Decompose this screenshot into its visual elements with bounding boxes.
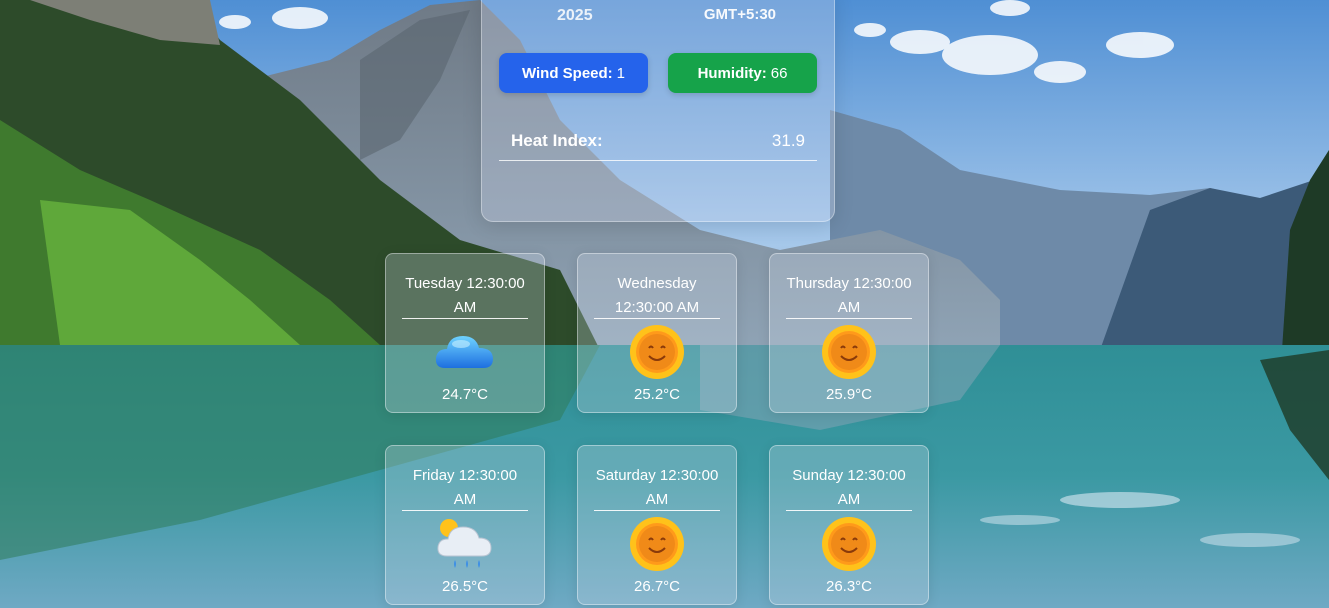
heat-index-value: 31.9 — [771, 130, 805, 150]
heat-index-label: Heat Index: — [511, 130, 603, 150]
heat-index-row: Heat Index: 31.9 — [499, 121, 817, 161]
forecast-day: Sunday 12:30:00 AM — [786, 464, 912, 511]
forecast-card: Saturday 12:30:00 AM 26.7°C — [577, 445, 737, 605]
forecast-day: Saturday 12:30:00 AM — [594, 464, 720, 511]
forecast-temp: 25.2°C — [633, 386, 681, 403]
forecast-day: Thursday 12:30:00 AM — [786, 272, 912, 319]
rain-cloud-icon — [433, 516, 497, 572]
current-weather-card: 2025 GMT+5:30 Wind Speed: 1 Humidity: 66… — [481, 0, 835, 222]
sun-icon — [817, 516, 881, 572]
sun-icon — [625, 324, 689, 380]
forecast-card: Tuesday 12:30:00 AM 24.7°C — [385, 253, 545, 413]
sun-icon — [625, 516, 689, 572]
forecast-card: Wednesday 12:30:00 AM 25.2°C — [577, 253, 737, 413]
forecast-temp: 24.7°C — [441, 386, 489, 403]
forecast-temp: 26.5°C — [441, 578, 489, 595]
humidity-value: 66 — [770, 64, 788, 82]
humidity-label: Humidity: — [697, 64, 767, 82]
forecast-temp: 26.7°C — [633, 578, 681, 595]
forecast-card: Sunday 12:30:00 AM 26.3°C — [769, 445, 929, 605]
cloud-icon — [433, 324, 497, 380]
humidity-badge: Humidity: 66 — [668, 53, 817, 93]
forecast-day: Friday 12:30:00 AM — [402, 464, 528, 511]
forecast-temp: 25.9°C — [825, 386, 873, 403]
forecast-card: Thursday 12:30:00 AM 25.9°C — [769, 253, 929, 413]
forecast-card: Friday 12:30:00 AM 26.5°C — [385, 445, 545, 605]
timezone-label: GMT+5:30 — [703, 6, 776, 23]
date-year: 2025 — [557, 7, 593, 24]
forecast-day: Tuesday 12:30:00 AM — [402, 272, 528, 319]
wind-speed-badge: Wind Speed: 1 — [499, 53, 648, 93]
forecast-temp: 26.3°C — [825, 578, 873, 595]
sun-icon — [817, 324, 881, 380]
forecast-day: Wednesday 12:30:00 AM — [594, 272, 720, 319]
wind-speed-value: 1 — [616, 64, 626, 82]
wind-speed-label: Wind Speed: — [521, 64, 613, 82]
